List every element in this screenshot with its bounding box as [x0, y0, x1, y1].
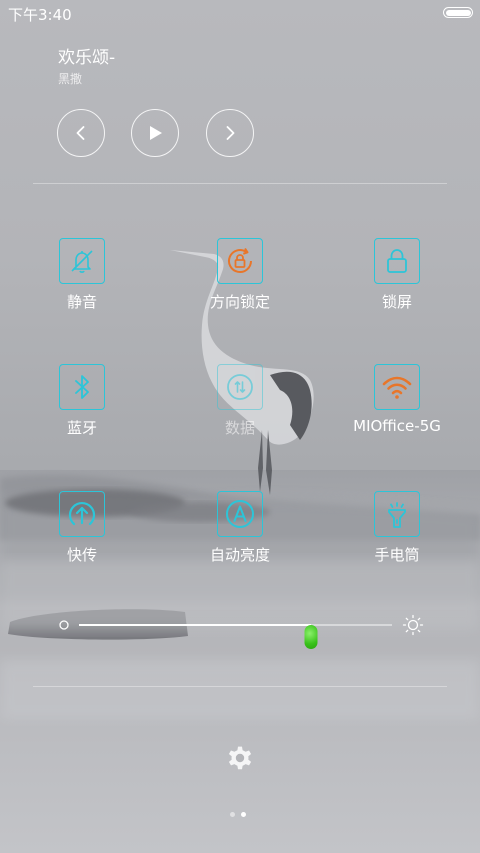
toggle-lock-screen[interactable]: 锁屏 [327, 238, 467, 318]
toggle-quick-transfer-label: 快传 [66, 546, 97, 564]
brightness-thumb[interactable] [304, 625, 318, 649]
settings-button[interactable] [224, 742, 256, 774]
controls-divider [33, 686, 447, 687]
brightness-high-icon [402, 614, 424, 636]
toggle-flashlight-box [374, 491, 420, 537]
page-dot [241, 812, 246, 817]
toggle-wifi-label: MIOffice-5G [353, 417, 441, 435]
toggle-lock-screen-box [374, 238, 420, 284]
battery-level-fill [445, 9, 471, 16]
play-icon [150, 126, 162, 140]
next-icon [226, 126, 235, 140]
media-divider [33, 183, 447, 184]
page-indicator [230, 812, 246, 817]
quick-transfer-icon [68, 502, 96, 526]
toggle-flashlight-label: 手电筒 [374, 546, 420, 564]
toggle-auto-brightness-box [217, 491, 263, 537]
song-title: 欢乐颂- [58, 48, 116, 68]
toggle-silent-label: 静音 [66, 293, 97, 311]
previous-icon [76, 126, 85, 140]
toggle-quick-transfer-box [59, 491, 105, 537]
toggle-silent[interactable]: 静音 [12, 238, 152, 318]
silent-bell-icon [71, 250, 93, 273]
toggle-rotation-lock[interactable]: 方向锁定 [170, 238, 310, 318]
toggle-wifi-box [374, 364, 420, 410]
brightness-slider[interactable] [58, 612, 424, 649]
toggle-bluetooth-box [59, 364, 105, 410]
toggle-rotation-lock-label: 方向锁定 [209, 293, 270, 311]
toggle-mobile-data-box [217, 364, 263, 410]
auto-brightness-icon [226, 500, 254, 528]
next-button[interactable] [206, 109, 254, 157]
bluetooth-icon [75, 375, 89, 399]
toggle-rotation-lock-box [217, 238, 263, 284]
wifi-icon [382, 376, 412, 399]
mobile-data-icon [227, 374, 253, 400]
brightness-low-icon [59, 620, 69, 630]
brightness-fill [79, 624, 311, 626]
toggle-silent-box [59, 238, 105, 284]
toggle-bluetooth-label: 蓝牙 [66, 419, 97, 437]
rotation-lock-icon [228, 247, 252, 273]
brightness-track[interactable] [79, 624, 392, 649]
toggle-wifi[interactable]: MIOffice-5G [327, 364, 467, 444]
toggle-lock-screen-label: 锁屏 [381, 293, 412, 311]
flashlight-icon [388, 502, 406, 528]
song-artist: 黑撒 [58, 72, 83, 86]
toggle-auto-brightness-label: 自动亮度 [209, 546, 270, 564]
lock-icon [387, 249, 407, 273]
previous-button[interactable] [57, 109, 105, 157]
page-dot [230, 812, 235, 817]
toggle-mobile-data-label: 数据 [224, 419, 255, 437]
toggle-auto-brightness[interactable]: 自动亮度 [170, 491, 310, 571]
gear-icon [228, 746, 252, 770]
toggle-quick-transfer[interactable]: 快传 [12, 491, 152, 571]
toggle-bluetooth[interactable]: 蓝牙 [12, 364, 152, 444]
battery-icon [443, 7, 473, 18]
status-time: 下午3:40 [8, 6, 72, 24]
toggle-mobile-data[interactable]: 数据 [170, 364, 310, 444]
play-button[interactable] [131, 109, 179, 157]
toggle-flashlight[interactable]: 手电筒 [327, 491, 467, 571]
